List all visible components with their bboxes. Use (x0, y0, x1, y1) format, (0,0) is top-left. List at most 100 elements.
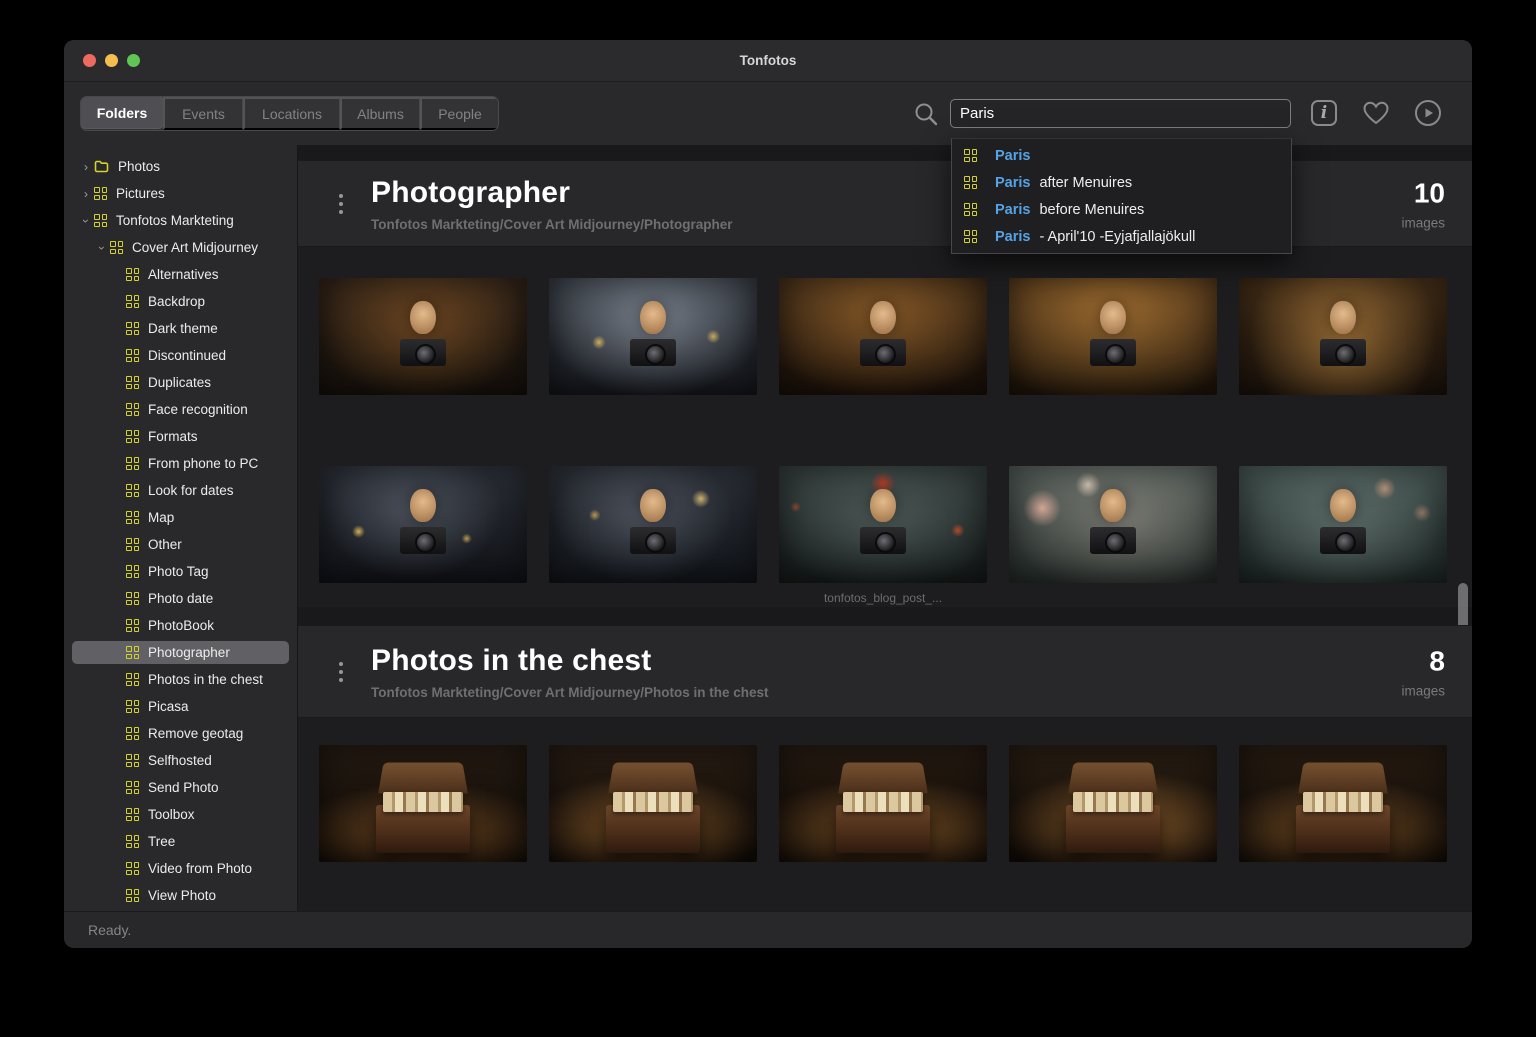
trunk-shape (836, 792, 930, 853)
photo-thumbnail-open-chest-spotlight-photos[interactable] (779, 745, 987, 862)
sidebar-item-alternatives[interactable]: Alternatives (64, 261, 297, 288)
sidebar-item-photo-date[interactable]: Photo date (64, 585, 297, 612)
sidebar-item-pictures[interactable]: › Pictures (64, 180, 297, 207)
photo-filename-caption: tonfotos_blog_post_... (823, 591, 943, 605)
sidebar-item-duplicates[interactable]: Duplicates (64, 369, 297, 396)
sidebar-item-tree[interactable]: Tree (64, 828, 297, 855)
photo-thumbnail-woman-rose-hat-with-camera[interactable] (1009, 466, 1217, 583)
photo-thumbnail-trunk-with-photos-and-camera[interactable] (1239, 745, 1447, 862)
photo-thumbnail-cell (1009, 278, 1217, 395)
sidebar-item-photo-tag[interactable]: Photo Tag (64, 558, 297, 585)
album-grid-icon (126, 889, 139, 902)
close-window-button[interactable] (83, 54, 96, 67)
photo-thumbnail-veiled-woman-with-camera[interactable] (779, 278, 987, 395)
photo-thumbnail-woman-ornate-headdress-with-camera[interactable] (319, 278, 527, 395)
zoom-window-button[interactable] (127, 54, 140, 67)
minimize-window-button[interactable] (105, 54, 118, 67)
camera-shape (1090, 526, 1136, 554)
section-breadcrumb: Tonfotos Markteting/Cover Art Midjourney… (371, 684, 769, 700)
chevron-expanded-icon[interactable]: › (79, 213, 93, 229)
sidebar-item-label: Look for dates (148, 483, 234, 498)
photo-thumbnail-cell (779, 278, 987, 395)
sidebar-item-picasa[interactable]: Picasa (64, 693, 297, 720)
sidebar-item-label: From phone to PC (148, 456, 259, 471)
chevron-collapsed-icon[interactable]: › (78, 188, 94, 200)
album-grid-icon (94, 187, 107, 200)
sidebar-item-map[interactable]: Map (64, 504, 297, 531)
sidebar-item-other[interactable]: Other (64, 531, 297, 558)
tab-locations[interactable]: Locations (243, 97, 340, 130)
photo-thumbnail-woman-flower-hat-teal-camera[interactable] (1239, 466, 1447, 583)
face-shape (1100, 489, 1126, 523)
photo-thumbnail-man-top-hat-with-camera[interactable] (549, 278, 757, 395)
sidebar-item-tonfotos-markteting[interactable]: › Tonfotos Markteting (64, 207, 297, 234)
tab-folders[interactable]: Folders (81, 97, 164, 129)
album-grid-icon (126, 457, 139, 470)
face-shape (410, 489, 436, 523)
info-button[interactable]: i (1309, 98, 1339, 128)
search-suggestion[interactable]: Paris after Menuires (952, 169, 1291, 196)
sidebar-item-look-for-dates[interactable]: Look for dates (64, 477, 297, 504)
search-input[interactable] (950, 99, 1291, 128)
photo-thumbnail-woman-headdress-with-camera[interactable] (1009, 278, 1217, 395)
sidebar-item-photos[interactable]: › Photos (64, 153, 297, 180)
slideshow-button[interactable] (1413, 98, 1443, 128)
sidebar-item-discontinued[interactable]: Discontinued (64, 342, 297, 369)
sidebar-item-photographer[interactable]: Photographer (64, 639, 297, 666)
photo-thumbnail-boy-top-hat-steampunk-camera[interactable] (319, 466, 527, 583)
sidebar-item-from-phone-to-pc[interactable]: From phone to PC (64, 450, 297, 477)
folder-tree-sidebar: › Photos › Pictures › Tonfotos Markteting › Cov… (64, 145, 298, 911)
photo-thumbnail-girl-red-beret-underwater-camera[interactable] (779, 466, 987, 583)
sidebar-item-selfhosted[interactable]: Selfhosted (64, 747, 297, 774)
section-title: Photographer (371, 175, 571, 209)
tab-events[interactable]: Events (163, 97, 243, 130)
trunk-shape (1066, 792, 1160, 853)
sidebar-item-view-photo[interactable]: View Photo (64, 882, 297, 909)
photo-thumbnail-boy-top-hat-monocle-camera[interactable] (549, 466, 757, 583)
chevron-expanded-icon[interactable]: › (95, 240, 109, 256)
sidebar-item-label: Selfhosted (148, 753, 212, 768)
section-menu-button[interactable] (334, 187, 348, 221)
photo-thumbnail-cell (549, 745, 757, 862)
sidebar-item-toolbox[interactable]: Toolbox (64, 801, 297, 828)
sidebar-item-cover-art-midjourney[interactable]: › Cover Art Midjourney (64, 234, 297, 261)
photo-thumbnail-cell (1239, 278, 1447, 395)
suggestion-match: Paris (995, 174, 1031, 191)
photo-thumbnail-chest-with-photo-stacks[interactable] (1009, 745, 1217, 862)
sidebar-item-send-photo[interactable]: Send Photo (64, 774, 297, 801)
sidebar-item-label: Remove geotag (148, 726, 244, 741)
sidebar-item-face-recognition[interactable]: Face recognition (64, 396, 297, 423)
sidebar-item-backdrop[interactable]: Backdrop (64, 288, 297, 315)
sidebar-item-dark-theme[interactable]: Dark theme (64, 315, 297, 342)
face-shape (410, 301, 436, 335)
chevron-collapsed-icon[interactable]: › (78, 161, 94, 173)
sidebar-item-formats[interactable]: Formats (64, 423, 297, 450)
photo-thumbnail-open-chest-with-photographs[interactable] (549, 745, 757, 862)
photo-thumbnail-cell (549, 466, 757, 605)
suggestion-rest: - April'10 -Eyjafjallajökull (1039, 228, 1196, 245)
sidebar-item-label: Dark theme (148, 321, 218, 336)
search-suggestion[interactable]: Paris - April'10 -Eyjafjallajökull (952, 223, 1291, 250)
tab-people[interactable]: People (420, 97, 498, 130)
camera-shape (1320, 526, 1366, 554)
search-suggestion[interactable]: Paris (952, 142, 1291, 169)
face-shape (870, 301, 896, 335)
app-window: Tonfotos Folders Events Locations Albums Peo… (64, 40, 1472, 948)
camera-shape (630, 526, 676, 554)
favorites-button[interactable] (1361, 98, 1391, 128)
photo-thumbnail-cell (549, 278, 757, 395)
sidebar-item-photos-in-the-chest[interactable]: Photos in the chest (64, 666, 297, 693)
sidebar-item-photobook[interactable]: PhotoBook (64, 612, 297, 639)
section-menu-button[interactable] (334, 655, 348, 689)
content-area: › Photos › Pictures › Tonfotos Markteting › Cov… (64, 145, 1472, 911)
tab-albums[interactable]: Albums (340, 97, 420, 130)
album-grid-icon (126, 727, 139, 740)
sidebar-item-remove-geotag[interactable]: Remove geotag (64, 720, 297, 747)
face-shape (640, 301, 666, 335)
main-panel: Photographer Tonfotos Markteting/Cover Ar… (298, 145, 1472, 911)
search-suggestion[interactable]: Paris before Menuires (952, 196, 1291, 223)
camera-shape (1090, 338, 1136, 366)
photo-thumbnail-veiled-woman-golden-glow-camera[interactable] (1239, 278, 1447, 395)
photo-thumbnail-open-trunk-full-of-photos[interactable] (319, 745, 527, 862)
sidebar-item-video-from-photo[interactable]: Video from Photo (64, 855, 297, 882)
